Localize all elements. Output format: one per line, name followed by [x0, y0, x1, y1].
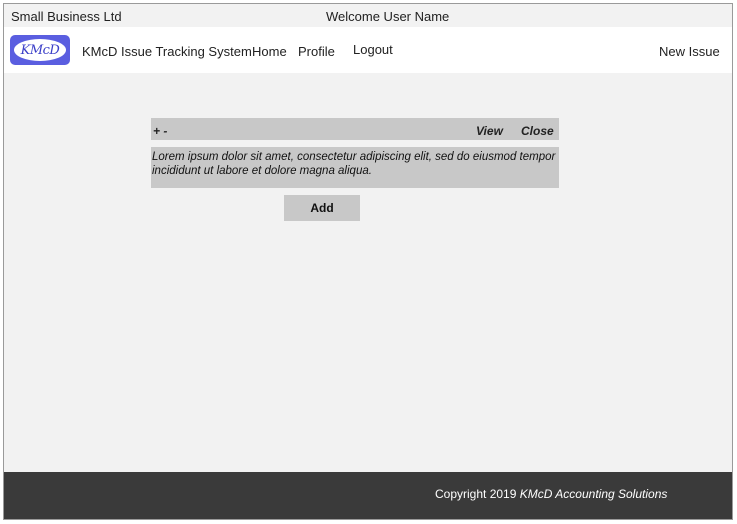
new-issue-link[interactable]: New Issue [659, 44, 720, 59]
app-frame [3, 3, 733, 520]
close-issue-link[interactable]: Close [521, 124, 554, 138]
nav-logout-link[interactable]: Logout [353, 42, 393, 57]
organization-name: KMcD Accounting Solutions [519, 487, 668, 501]
expand-collapse-controls[interactable]: + - [153, 124, 167, 138]
view-issue-link[interactable]: View [476, 124, 503, 138]
logo-text: KMcD [14, 39, 66, 61]
footer: Copyright 2019 KMcD Accounting Solutions [4, 472, 732, 519]
nav-profile-link[interactable]: Profile [298, 44, 335, 59]
logo[interactable]: KMcD [10, 35, 70, 65]
issue-card: + - View Close Lorem ipsum dolor sit ame… [151, 118, 559, 188]
nav-home-link[interactable]: Home [252, 44, 287, 59]
app-title: KMcD Issue Tracking System [82, 44, 252, 59]
issue-card-header: + - View Close [151, 118, 559, 140]
issue-description: Lorem ipsum dolor sit amet, consectetur … [151, 147, 559, 188]
company-name: Small Business Ltd [11, 9, 122, 24]
add-button[interactable]: Add [284, 195, 360, 221]
welcome-message: Welcome User Name [326, 9, 450, 24]
nav-bar: KMcD KMcD Issue Tracking System Home Pro… [4, 27, 732, 73]
copyright-prefix: Copyright 2019 [435, 487, 520, 501]
copyright-text: Copyright 2019 KMcD Accounting Solutions [435, 487, 667, 501]
top-bar: Small Business Ltd Welcome User Name [4, 4, 732, 27]
